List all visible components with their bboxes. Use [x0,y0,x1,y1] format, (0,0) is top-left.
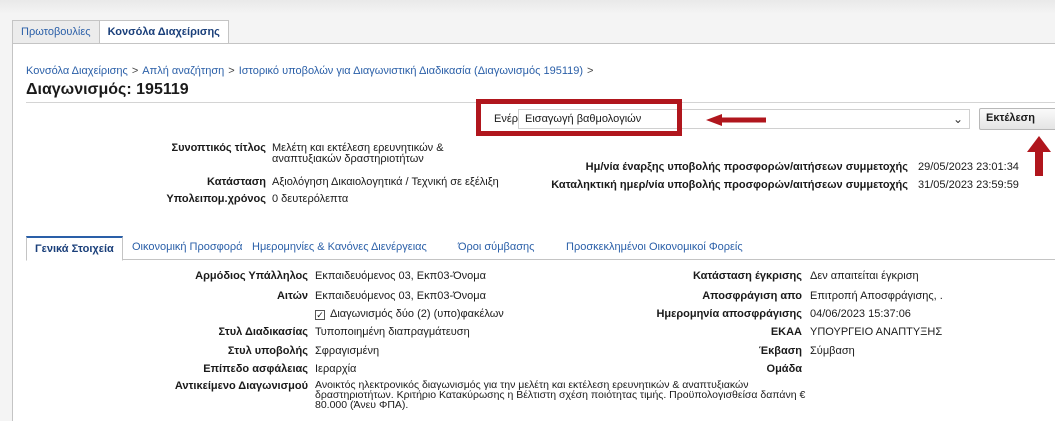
tab-invited-operators[interactable]: Προσκεκλημένοι Οικονομικοί Φορείς [558,236,751,260]
arrow-left-annotation [706,114,766,126]
tab-general[interactable]: Γενικά Στοιχεία [26,236,123,261]
highlight-box [476,99,682,136]
top-fade [0,0,1055,14]
unseal-date-label: Ημερομηνία αποσφράγισης [656,308,802,320]
checkbox-checked[interactable]: ✓ [315,310,325,320]
tab-admin-console[interactable]: Κονσόλα Διαχείρισης [98,20,229,44]
arrow-up-annotation [1027,136,1051,176]
status-label: Κατάσταση [207,176,266,188]
unseal-date-value: 04/06/2023 15:37:06 [810,308,911,320]
execute-button[interactable]: Εκτέλεση [979,108,1055,130]
two-envelopes-checkbox-row: ✓ Διαγωνισμός δύο (2) (υπο)φακέλων [315,308,504,320]
tab-contract-terms[interactable]: Όροι σύμβασης [450,236,542,260]
subject-value: Ανοικτός ηλεκτρονικός διαγωνισμός για τη… [315,380,820,411]
remaining-time-value: 0 δευτερόλεπτα [272,193,349,205]
security-level-label: Επίπεδο ασφάλειας [203,363,308,375]
ekaa-value: ΥΠΟΥΡΓΕΙΟ ΑΝΑΠΤΥΞΗΣ [810,326,943,338]
outcome-label: Έκβαση [758,345,802,357]
summary-title-label: Συνοπτικός τίτλος [171,142,266,154]
breadcrumb: Κονσόλα Διαχείρισης > Απλή αναζήτηση > Ιστορ… [26,65,597,77]
summary-title-value-2: αναπτυξιακών δραστηριοτήτων [272,153,424,165]
tab-financial-offer[interactable]: Οικονομική Προσφορά [124,236,251,260]
submission-start-label: Ημ/νία έναρξης υποβολής προσφορών/αιτήσε… [585,161,908,173]
breadcrumb-separator: > [131,65,139,77]
remaining-time-label: Υπολειπομ.χρόνος [166,193,266,205]
subject-label: Αντικείμενο Διαγωνισμού [174,380,308,392]
approval-status-value: Δεν απαιτείται έγκριση [810,270,919,282]
top-tabs: Πρωτοβουλίες Κονσόλα Διαχείρισης [12,20,229,44]
tab-dates-rules[interactable]: Ημερομηνίες & Κανόνες Διενέργειας [244,236,435,260]
submission-end-value: 31/05/2023 23:59:59 [918,179,1019,191]
submission-style-value: Σφραγισμένη [315,345,380,357]
breadcrumb-link-search[interactable]: Απλή αναζήτηση [142,65,224,77]
chevron-down-icon: ⌄ [952,112,963,126]
breadcrumb-separator: > [587,65,594,77]
tab-initiatives[interactable]: Πρωτοβουλίες [12,20,100,44]
approval-status-label: Κατάσταση έγκρισης [692,270,802,282]
breadcrumb-separator: > [228,65,235,77]
procedure-style-value: Τυποποιημένη διαπραγμάτευση [315,326,470,338]
breadcrumb-link-history[interactable]: Ιστορικό υποβολών για Διαγωνιστική Διαδι… [239,65,583,77]
security-level-value: Ιεραρχία [315,363,357,375]
status-value: Αξιολόγηση Δικαιολογητικά / Τεχνική σε ε… [272,176,499,188]
detail-tabs: Γενικά Στοιχεία Οικονομική Προσφορά Ημερ… [26,236,1055,261]
submission-start-value: 29/05/2023 23:01:34 [918,161,1019,173]
outcome-value: Σύμβαση [810,345,855,357]
requester-label: Αιτών [276,290,308,302]
two-envelopes-label: Διαγωνισμός δύο (2) (υπο)φακέλων [330,308,504,320]
responsible-label: Αρμόδιος Υπάλληλος [195,270,308,282]
page-title: Διαγωνισμός: 195119 [26,81,189,98]
submission-end-label: Καταληκτική ημερ/νία υποβολής προσφορών/… [551,179,908,191]
ekaa-label: ΕΚΑΑ [770,326,802,338]
responsible-value: Εκπαιδευόμενος 03, Εκπ03-Όνομα [315,270,486,282]
unseal-by-value: Επιτροπή Αποσφράγισης, . [810,290,943,302]
subject-line: 80.000 (Άνευ ΦΠΑ). [315,399,409,411]
unseal-by-label: Αποσφράγιση απο [702,290,802,302]
submission-style-label: Στυλ υποβολής [227,345,308,357]
requester-value: Εκπαιδευόμενος 03, Εκπ03-Όνομα [315,290,486,302]
breadcrumb-link-console[interactable]: Κονσόλα Διαχείρισης [26,65,128,77]
group-label: Ομάδα [766,363,802,375]
procedure-style-label: Στυλ Διαδικασίας [218,326,308,338]
